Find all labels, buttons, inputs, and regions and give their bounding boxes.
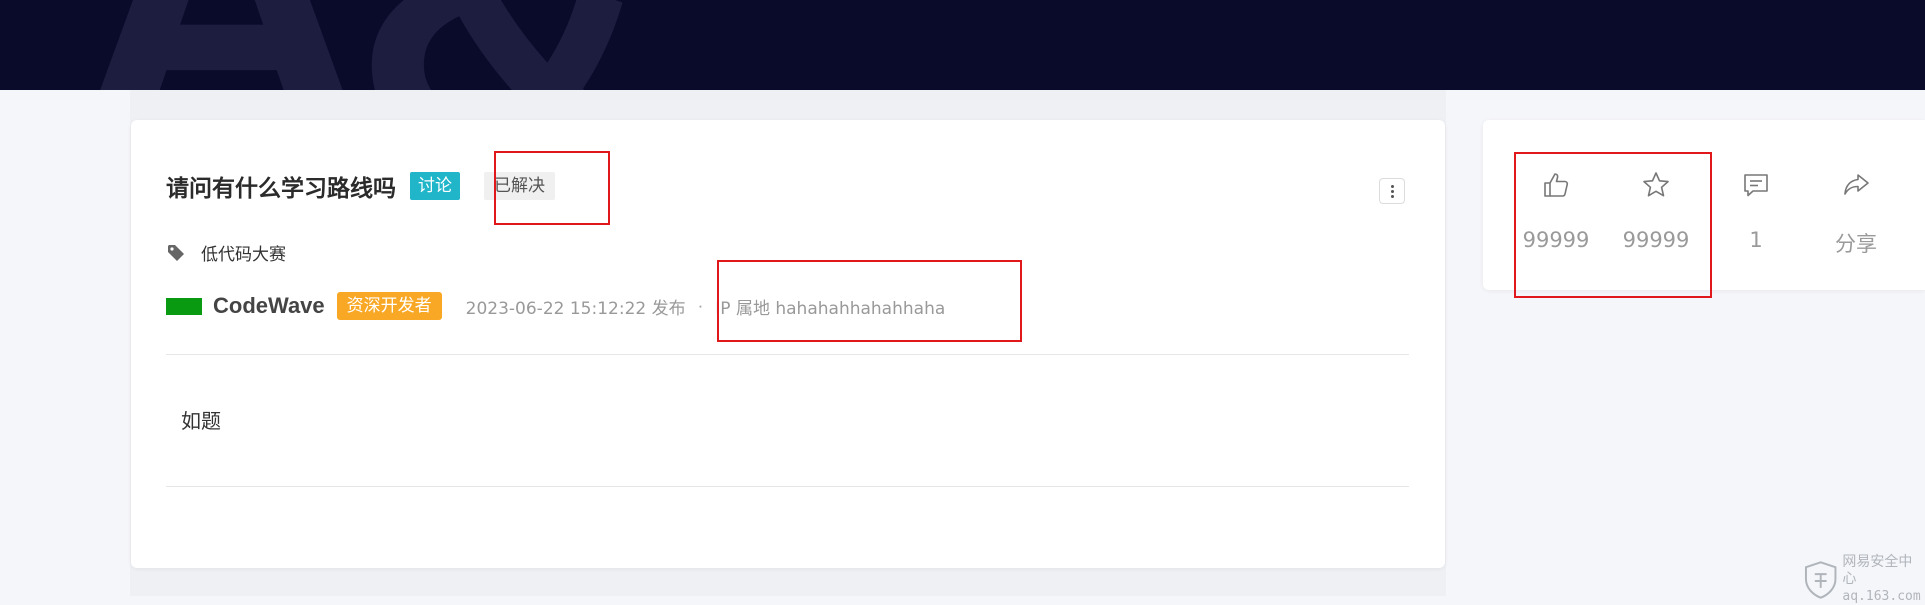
more-icon-dot [1390, 189, 1394, 193]
watermark-text: 网易安全中心 aq.163.com [1842, 554, 1925, 605]
post-title: 请问有什么学习路线吗 [166, 176, 396, 202]
banner-decoration: A& [70, 0, 657, 90]
shield-icon [1804, 560, 1837, 599]
thumbs-up-icon [1544, 173, 1569, 197]
author-row: CodeWave 资深开发者 2023-06-22 15:12:22 发布 · … [166, 290, 945, 322]
post-card: 请问有什么学习路线吗 讨论 已解决 低代码大赛 CodeWave 资深开发者 2… [131, 120, 1445, 568]
divider [166, 354, 1409, 355]
more-icon-dot [1390, 194, 1394, 198]
more-options-button[interactable] [1379, 178, 1405, 204]
watermark-line2: aq.163.com [1842, 589, 1921, 604]
tag-icon [168, 244, 184, 261]
star-icon [1643, 172, 1669, 197]
share-label: 分享 [1835, 232, 1877, 256]
top-banner: A& [0, 0, 1925, 90]
like-count: 99999 [1522, 228, 1590, 252]
topic-link[interactable]: 低代码大赛 [201, 240, 286, 265]
ip-location: IP 属地 hahahahhahahhaha [715, 298, 946, 319]
action-panel: 99999 99999 1 分享 [1483, 120, 1925, 290]
like-button[interactable]: 99999 [1506, 170, 1606, 252]
author-name[interactable]: CodeWave [213, 293, 325, 319]
post-body: 如题 [181, 409, 221, 433]
favorite-count: 99999 [1622, 228, 1690, 252]
favorite-button[interactable]: 99999 [1606, 170, 1706, 252]
title-row: 请问有什么学习路线吗 讨论 已解决 [166, 168, 555, 204]
type-tag[interactable]: 讨论 [410, 172, 460, 200]
more-icon [1390, 184, 1394, 188]
comment-icon [1744, 174, 1768, 197]
post-date: 2023-06-22 15:12:22 发布 [465, 298, 686, 319]
share-icon [1844, 174, 1869, 195]
watermark: 网易安全中心 aq.163.com [1803, 554, 1925, 605]
divider [166, 486, 1409, 487]
meta-separator: · [697, 296, 704, 315]
author-avatar[interactable] [166, 297, 202, 315]
author-badge: 资深开发者 [336, 292, 442, 320]
watermark-line1: 网易安全中心 [1842, 554, 1913, 587]
share-button[interactable]: 分享 [1806, 170, 1906, 258]
comment-count: 1 [1749, 228, 1763, 252]
status-tag: 已解决 [484, 172, 555, 200]
topic-row: 低代码大赛 [166, 240, 286, 265]
comment-button[interactable]: 1 [1706, 170, 1806, 252]
